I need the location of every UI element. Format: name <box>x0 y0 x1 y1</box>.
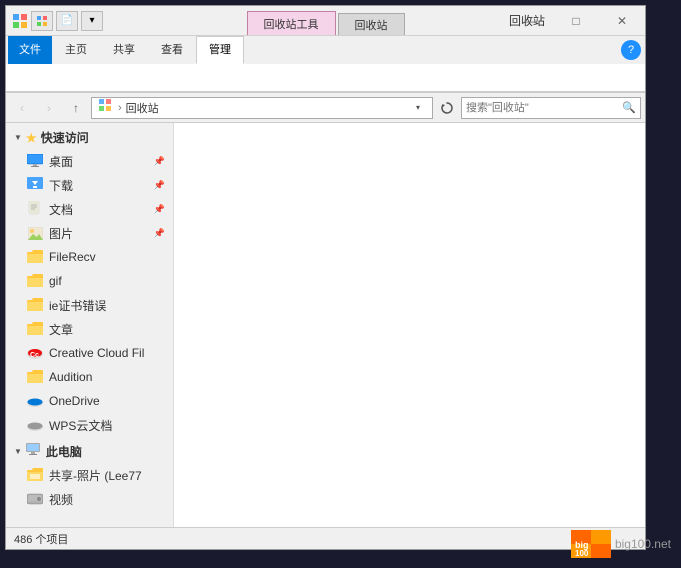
explorer-window: 📄 ▾ 回收站工具 回收站 回收站 — □ ✕ 文件 主页 <box>5 5 646 550</box>
share-photos-icon <box>26 466 44 484</box>
minimize-button[interactable]: — <box>507 6 553 36</box>
sidebar-label-share-photos: 共享-照片 (Lee77 <box>49 467 165 484</box>
sidebar-label-download: 下载 <box>49 177 152 194</box>
sidebar-item-filerecv[interactable]: FileRecv <box>6 245 173 269</box>
sidebar-label-ie: ie证书错误 <box>49 297 165 314</box>
maximize-button[interactable]: □ <box>553 6 599 36</box>
quick-access-btn-1[interactable] <box>31 11 53 31</box>
search-box[interactable]: 🔍 <box>461 97 641 119</box>
title-bar: 📄 ▾ 回收站工具 回收站 回收站 — □ ✕ <box>6 6 645 36</box>
sidebar-label-audition: Audition <box>49 370 165 384</box>
pin-icon-download: 📌 <box>154 180 165 191</box>
folder-icon-gif <box>26 272 44 290</box>
watermark: big 100 big100.net <box>571 530 671 558</box>
address-dropdown[interactable]: ▾ <box>410 98 426 118</box>
sidebar-item-download[interactable]: 下载 📌 <box>6 173 173 197</box>
documents-icon <box>26 200 44 218</box>
sidebar-item-video[interactable]: 视频 <box>6 487 173 511</box>
sidebar-item-articles[interactable]: 文章 <box>6 317 173 341</box>
sidebar-label-onedrive: OneDrive <box>49 394 165 408</box>
up-button[interactable]: ↑ <box>64 97 88 119</box>
desktop-icon <box>26 152 44 170</box>
audition-icon <box>26 368 44 386</box>
tab-manage[interactable]: 管理 <box>196 36 244 64</box>
computer-triangle: ▼ <box>14 447 22 456</box>
tab-home[interactable]: 主页 <box>52 36 100 64</box>
tab-area: 回收站工具 回收站 <box>247 6 405 35</box>
tab-file[interactable]: 文件 <box>8 36 52 64</box>
window-controls: — □ ✕ <box>507 6 645 36</box>
status-bar: 486 个项目 <box>6 527 645 549</box>
sidebar: ▼ ★ 快速访问 桌面 📌 <box>6 123 174 527</box>
help-button[interactable]: ? <box>621 40 641 60</box>
star-icon: ★ <box>26 131 37 145</box>
tab-recycle[interactable]: 回收站 <box>338 13 405 35</box>
download-icon <box>26 176 44 194</box>
sidebar-item-share-photos[interactable]: 共享-照片 (Lee77 <box>6 463 173 487</box>
sidebar-item-computer[interactable]: ▼ 此电脑 <box>6 437 173 463</box>
main-area: ▼ ★ 快速访问 桌面 📌 <box>6 123 645 527</box>
computer-icon-sm <box>26 443 42 460</box>
ribbon: 文件 主页 共享 查看 管理 ? <box>6 36 645 93</box>
pin-icon-pictures: 📌 <box>154 228 165 239</box>
creative-cloud-icon: Cc <box>26 344 44 362</box>
sidebar-item-gif[interactable]: gif <box>6 269 173 293</box>
pin-icon: 📌 <box>154 156 165 167</box>
quick-access-dropdown[interactable]: ▾ <box>81 11 103 31</box>
address-path: 回收站 <box>126 100 406 116</box>
breadcrumb-icon <box>98 98 114 117</box>
sidebar-item-wps[interactable]: WPS云文档 <box>6 413 173 437</box>
folder-icon-filerecv <box>26 248 44 266</box>
svg-text:100: 100 <box>575 549 589 558</box>
tab-share[interactable]: 共享 <box>100 36 148 64</box>
sidebar-label-wps: WPS云文档 <box>49 417 165 434</box>
folder-icon-articles <box>26 320 44 338</box>
refresh-button[interactable] <box>436 97 458 119</box>
pictures-icon <box>26 224 44 242</box>
tab-view[interactable]: 查看 <box>148 36 196 64</box>
search-input[interactable] <box>466 102 622 114</box>
ribbon-commands <box>6 64 645 92</box>
folder-icon-ie <box>26 296 44 314</box>
tab-recycle-tools[interactable]: 回收站工具 <box>247 11 336 35</box>
sidebar-label-cc: Creative Cloud Fil <box>49 346 165 360</box>
window-icon <box>12 13 28 29</box>
sidebar-label-desktop: 桌面 <box>49 153 152 170</box>
sidebar-item-ie[interactable]: ie证书错误 <box>6 293 173 317</box>
watermark-text: big100.net <box>615 537 671 551</box>
content-area <box>174 123 645 527</box>
path-separator: › <box>118 102 122 114</box>
sidebar-item-onedrive[interactable]: OneDrive <box>6 389 173 413</box>
pin-icon-documents: 📌 <box>154 204 165 215</box>
back-button[interactable]: ‹ <box>10 97 34 119</box>
forward-button[interactable]: › <box>37 97 61 119</box>
sidebar-label-documents: 文档 <box>49 201 152 218</box>
address-bar: ‹ › ↑ › 回收站 ▾ 🔍 <box>6 93 645 123</box>
address-input[interactable]: › 回收站 ▾ <box>91 97 433 119</box>
title-bar-left: 📄 ▾ <box>6 11 103 31</box>
hdd-icon <box>26 490 44 508</box>
search-icon: 🔍 <box>622 101 636 114</box>
item-count: 486 个项目 <box>14 531 68 547</box>
sidebar-label-video: 视频 <box>49 491 165 508</box>
expand-triangle: ▼ <box>14 133 22 142</box>
sidebar-item-desktop[interactable]: 桌面 📌 <box>6 149 173 173</box>
sidebar-label-filerecv: FileRecv <box>49 250 165 264</box>
quick-access-btn-2[interactable]: 📄 <box>56 11 78 31</box>
quick-access-header[interactable]: ▼ ★ 快速访问 <box>6 123 173 149</box>
sidebar-item-documents[interactable]: 文档 📌 <box>6 197 173 221</box>
watermark-logo: big 100 <box>571 530 611 558</box>
sidebar-item-audition[interactable]: Audition <box>6 365 173 389</box>
svg-text:Cc: Cc <box>30 352 39 359</box>
wps-icon <box>26 416 44 434</box>
sidebar-item-pictures[interactable]: 图片 📌 <box>6 221 173 245</box>
sidebar-label-pictures: 图片 <box>49 225 152 242</box>
close-button[interactable]: ✕ <box>599 6 645 36</box>
sidebar-item-creative-cloud[interactable]: Cc Creative Cloud Fil <box>6 341 173 365</box>
ribbon-tabs: 文件 主页 共享 查看 管理 ? <box>6 36 645 64</box>
sidebar-label-articles: 文章 <box>49 321 165 338</box>
onedrive-icon <box>26 392 44 410</box>
sidebar-label-gif: gif <box>49 274 165 288</box>
